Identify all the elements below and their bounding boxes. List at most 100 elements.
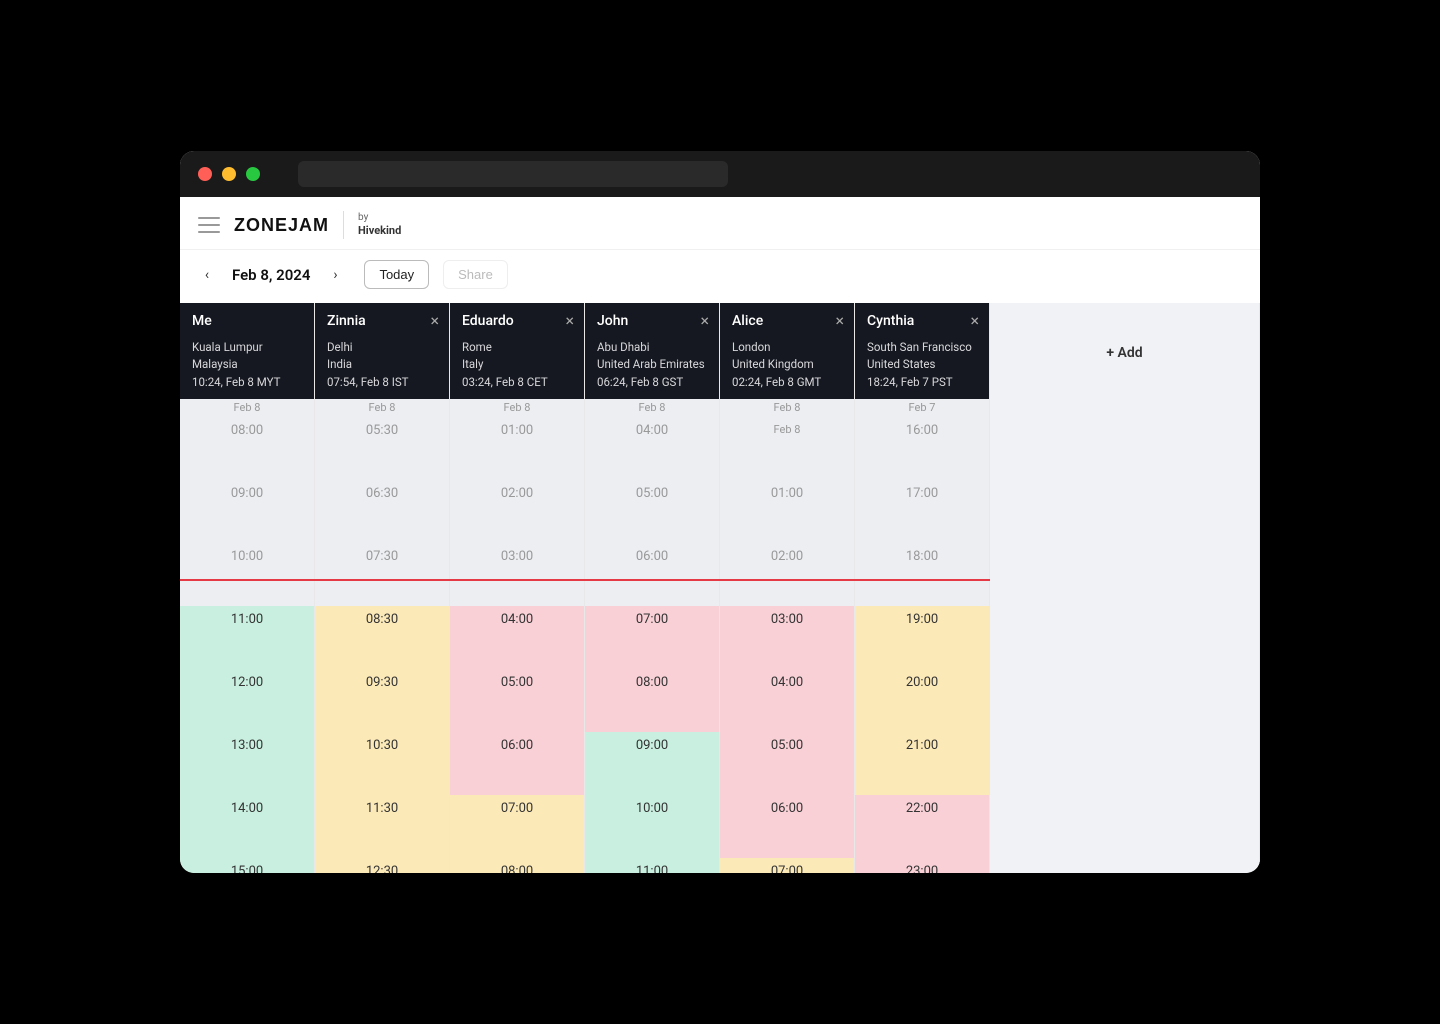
- timestamp-label: 02:24, Feb 8 GMT: [732, 374, 842, 391]
- time-slot[interactable]: 10:00: [180, 543, 314, 606]
- city-label: London: [732, 339, 842, 356]
- timestamp-label: 10:24, Feb 8 MYT: [192, 374, 302, 391]
- time-slot[interactable]: 17:00: [855, 480, 989, 543]
- country-label: United States: [867, 356, 977, 373]
- timezone-column: JohnAbu DhabiUnited Arab Emirates06:24, …: [585, 303, 720, 873]
- close-icon[interactable]: ×: [970, 311, 979, 330]
- time-slot[interactable]: 09:00: [585, 732, 719, 795]
- address-bar[interactable]: [298, 161, 728, 187]
- timezone-column: ZinniaDelhiIndia07:54, Feb 8 IST×Feb 805…: [315, 303, 450, 873]
- person-name: Zinnia: [327, 313, 437, 329]
- time-slot[interactable]: 08:00: [450, 858, 584, 873]
- slots-container: Feb 801:0002:0003:0004:0005:0006:0007:00…: [450, 399, 584, 873]
- time-slot[interactable]: 09:00: [180, 480, 314, 543]
- person-name: Alice: [732, 313, 842, 329]
- time-slot[interactable]: 03:00: [720, 606, 854, 669]
- column-header: ZinniaDelhiIndia07:54, Feb 8 IST×: [315, 303, 449, 399]
- timezone-column: CynthiaSouth San FranciscoUnited States1…: [855, 303, 990, 873]
- time-slot[interactable]: 19:00: [855, 606, 989, 669]
- time-slot[interactable]: 20:00: [855, 669, 989, 732]
- day-label: Feb 8: [450, 399, 584, 417]
- time-slot[interactable]: 05:00: [585, 480, 719, 543]
- time-slot[interactable]: 21:00: [855, 732, 989, 795]
- city-label: Rome: [462, 339, 572, 356]
- slots-container: Feb 808:0009:0010:0011:0012:0013:0014:00…: [180, 399, 314, 873]
- time-slot[interactable]: 01:00: [720, 480, 854, 543]
- close-window-icon[interactable]: [198, 167, 212, 181]
- column-header: AliceLondonUnited Kingdom02:24, Feb 8 GM…: [720, 303, 854, 399]
- time-slot[interactable]: 11:00: [585, 858, 719, 873]
- time-slot[interactable]: 08:00: [585, 669, 719, 732]
- byline-prefix: by: [358, 212, 368, 223]
- slots-container: Feb 8Feb 801:0002:0003:0004:0005:0006:00…: [720, 399, 854, 873]
- next-day-button[interactable]: ›: [326, 266, 344, 284]
- traffic-lights: [198, 167, 260, 181]
- time-slot[interactable]: 10:00: [585, 795, 719, 858]
- time-slot[interactable]: 08:00: [180, 417, 314, 480]
- time-slot[interactable]: 06:00: [720, 795, 854, 858]
- close-icon[interactable]: ×: [700, 311, 709, 330]
- time-slot[interactable]: 07:00: [585, 606, 719, 669]
- time-slot[interactable]: 15:00: [180, 858, 314, 873]
- column-header: CynthiaSouth San FranciscoUnited States1…: [855, 303, 989, 399]
- city-label: South San Francisco: [867, 339, 977, 356]
- share-button[interactable]: Share: [443, 260, 508, 289]
- time-slot[interactable]: 04:00: [720, 669, 854, 732]
- slots-container: Feb 716:0017:0018:0019:0020:0021:0022:00…: [855, 399, 989, 873]
- time-slot[interactable]: 06:30: [315, 480, 449, 543]
- minimize-window-icon[interactable]: [222, 167, 236, 181]
- city-label: Delhi: [327, 339, 437, 356]
- time-slot[interactable]: 09:30: [315, 669, 449, 732]
- timestamp-label: 07:54, Feb 8 IST: [327, 374, 437, 391]
- time-slot[interactable]: 12:30: [315, 858, 449, 873]
- maximize-window-icon[interactable]: [246, 167, 260, 181]
- timezone-column: AliceLondonUnited Kingdom02:24, Feb 8 GM…: [720, 303, 855, 873]
- menu-icon[interactable]: [198, 217, 220, 233]
- time-slot[interactable]: 04:00: [450, 606, 584, 669]
- time-slot[interactable]: 14:00: [180, 795, 314, 858]
- day-label: Feb 8: [315, 399, 449, 417]
- prev-day-button[interactable]: ‹: [198, 266, 216, 284]
- time-slot[interactable]: 13:00: [180, 732, 314, 795]
- time-slot[interactable]: 06:00: [450, 732, 584, 795]
- time-slot[interactable]: 05:00: [450, 669, 584, 732]
- column-header: JohnAbu DhabiUnited Arab Emirates06:24, …: [585, 303, 719, 399]
- close-icon[interactable]: ×: [835, 311, 844, 330]
- timestamp-label: 18:24, Feb 7 PST: [867, 374, 977, 391]
- now-indicator: [180, 579, 990, 581]
- time-slot[interactable]: 08:30: [315, 606, 449, 669]
- time-slot[interactable]: 18:00: [855, 543, 989, 606]
- time-slot[interactable]: 22:00: [855, 795, 989, 858]
- logo: ZONEJAM: [234, 215, 329, 236]
- time-slot[interactable]: 05:30: [315, 417, 449, 480]
- day-label: Feb 7: [855, 399, 989, 417]
- time-slot[interactable]: 06:00: [585, 543, 719, 606]
- timezone-column: EduardoRomeItaly03:24, Feb 8 CET×Feb 801…: [450, 303, 585, 873]
- close-icon[interactable]: ×: [430, 311, 439, 330]
- time-slot[interactable]: 02:00: [720, 543, 854, 606]
- city-label: Kuala Lumpur: [192, 339, 302, 356]
- column-header: EduardoRomeItaly03:24, Feb 8 CET×: [450, 303, 584, 399]
- add-button[interactable]: + Add: [1106, 345, 1142, 361]
- time-slot[interactable]: 23:00: [855, 858, 989, 873]
- app-header: ZONEJAM by Hivekind: [180, 197, 1260, 250]
- time-slot[interactable]: 07:30: [315, 543, 449, 606]
- time-slot[interactable]: 05:00: [720, 732, 854, 795]
- today-button[interactable]: Today: [364, 260, 429, 289]
- time-slot[interactable]: 07:00: [450, 795, 584, 858]
- time-slot[interactable]: 16:00: [855, 417, 989, 480]
- time-slot[interactable]: 04:00: [585, 417, 719, 480]
- time-slot[interactable]: 07:00: [720, 858, 854, 873]
- time-slot[interactable]: 10:30: [315, 732, 449, 795]
- day-label: Feb 8: [720, 399, 854, 417]
- country-label: Italy: [462, 356, 572, 373]
- time-slot[interactable]: Feb 8: [720, 417, 854, 480]
- time-slot[interactable]: 11:00: [180, 606, 314, 669]
- time-slot[interactable]: 11:30: [315, 795, 449, 858]
- time-slot[interactable]: 02:00: [450, 480, 584, 543]
- time-slot[interactable]: 03:00: [450, 543, 584, 606]
- time-slot[interactable]: 12:00: [180, 669, 314, 732]
- timestamp-label: 03:24, Feb 8 CET: [462, 374, 572, 391]
- time-slot[interactable]: 01:00: [450, 417, 584, 480]
- close-icon[interactable]: ×: [565, 311, 574, 330]
